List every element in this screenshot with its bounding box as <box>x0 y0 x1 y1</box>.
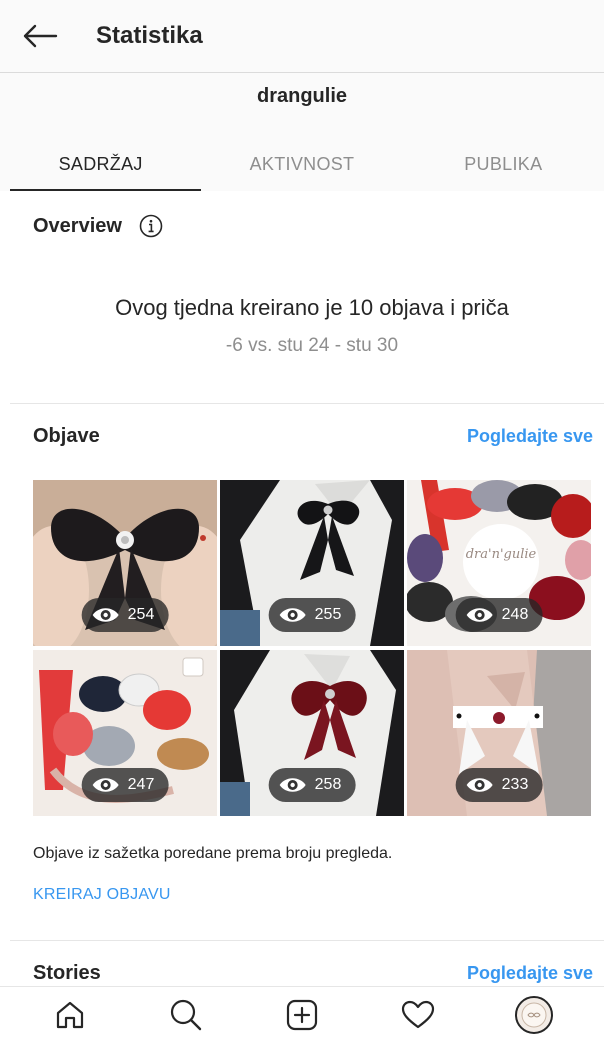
top-bar: Statistika <box>0 0 604 72</box>
info-icon[interactable] <box>138 213 164 239</box>
post-thumbnail[interactable]: 233 <box>407 650 591 816</box>
tab-audience[interactable]: PUBLIKA <box>403 137 604 191</box>
posts-grid: 254 255 dra'n'gulie 248 247 258 233 <box>33 480 591 818</box>
nav-search[interactable] <box>156 987 216 1043</box>
eye-icon <box>92 778 119 792</box>
svg-text:dra'n'gulie: dra'n'gulie <box>466 547 537 562</box>
eye-icon <box>466 608 493 622</box>
back-button[interactable] <box>0 0 80 72</box>
account-name: drangulie <box>256 85 347 107</box>
heart-icon <box>401 1000 435 1029</box>
overview-header: Overview <box>33 213 164 239</box>
nav-new-post[interactable] <box>272 987 332 1043</box>
post-thumbnail[interactable]: dra'n'gulie 248 <box>407 480 591 646</box>
home-icon <box>56 1001 84 1029</box>
views-count: 255 <box>314 606 342 623</box>
search-icon <box>170 999 202 1031</box>
views-badge: 248 <box>455 598 543 632</box>
nav-profile[interactable] <box>504 987 564 1043</box>
eye-icon <box>92 608 119 622</box>
stories-see-all-link[interactable]: Pogledajte sve <box>467 963 593 984</box>
overview-comparison: -6 vs. stu 24 - stu 30 <box>225 335 399 356</box>
post-thumbnail[interactable]: 254 <box>33 480 217 646</box>
tab-content[interactable]: SADRŽAJ <box>0 137 202 191</box>
eye-icon <box>466 778 493 792</box>
posts-title: Objave <box>33 425 100 447</box>
overview-title: Overview <box>33 214 122 237</box>
views-badge: 258 <box>268 768 356 802</box>
eye-icon <box>279 608 306 622</box>
views-badge: 255 <box>268 598 356 632</box>
overview-headline: Ovog tjedna kreirano je 10 objava i prič… <box>115 295 509 320</box>
logo-icon <box>521 1002 547 1028</box>
section-divider <box>10 403 604 404</box>
views-count: 248 <box>501 606 529 623</box>
views-badge: 254 <box>81 598 169 632</box>
posts-header: Objave Pogledajte sve <box>33 425 593 448</box>
account-header: drangulie SADRŽAJ AKTIVNOST PUBLIKA <box>0 73 604 191</box>
views-count: 247 <box>127 776 155 793</box>
posts-see-all-link[interactable]: Pogledajte sve <box>467 426 593 447</box>
post-thumbnail[interactable]: 255 <box>220 480 404 646</box>
tab-bar: SADRŽAJ AKTIVNOST PUBLIKA <box>0 137 604 191</box>
post-thumbnail[interactable]: 258 <box>220 650 404 816</box>
create-post-link[interactable]: KREIRAJ OBJAVU <box>33 886 171 904</box>
views-badge: 233 <box>455 768 543 802</box>
add-post-icon <box>286 999 318 1031</box>
section-divider <box>10 940 604 941</box>
stories-header: Stories Pogledajte sve <box>33 962 593 985</box>
profile-avatar <box>515 996 553 1034</box>
stories-title: Stories <box>33 962 101 984</box>
views-count: 254 <box>127 606 155 623</box>
eye-icon <box>279 778 306 792</box>
arrow-left-icon <box>23 24 58 48</box>
nav-home[interactable] <box>40 987 100 1043</box>
bottom-nav <box>0 986 604 1043</box>
page-title: Statistika <box>96 22 203 49</box>
nav-activity[interactable] <box>388 987 448 1043</box>
views-count: 258 <box>314 776 342 793</box>
views-count: 233 <box>501 776 529 793</box>
views-badge: 247 <box>81 768 169 802</box>
tab-activity[interactable]: AKTIVNOST <box>201 137 402 191</box>
post-thumbnail[interactable]: 247 <box>33 650 217 816</box>
posts-sort-note: Objave iz sažetka poredane prema broju p… <box>33 845 393 862</box>
